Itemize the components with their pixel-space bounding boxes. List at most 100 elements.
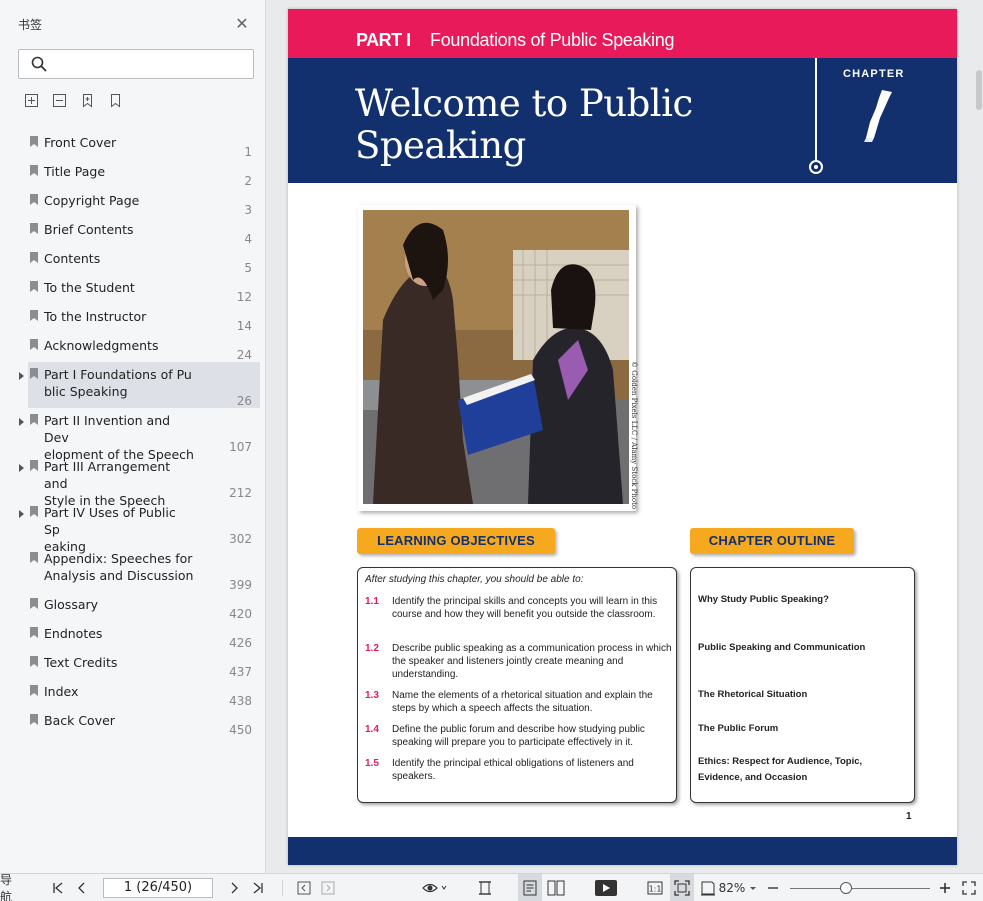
chapter-outline-heading: CHAPTER OUTLINE	[690, 528, 854, 554]
single-page-view-icon[interactable]	[476, 874, 494, 901]
close-icon[interactable]: ✕	[234, 16, 250, 32]
bookmark-ribbon-icon	[30, 136, 38, 147]
bookmark-item[interactable]: Endnotes 426	[0, 621, 266, 650]
bookmark-label: Copyright Page	[44, 193, 140, 208]
objectives-intro: After studying this chapter, you should …	[365, 574, 584, 585]
bookmark-label: Endnotes	[44, 626, 103, 641]
bookmark-ribbon-icon	[30, 281, 38, 292]
vertical-scrollbar[interactable]	[975, 0, 983, 873]
objective-text: Define the public forum and describe how…	[392, 724, 645, 748]
bookmark-ribbon-icon	[30, 656, 38, 667]
photo-credit: © Golden Pixels LLC / Alamy Stock Photo	[630, 361, 638, 510]
continuous-view-icon[interactable]	[518, 874, 542, 901]
objective-text: Name the elements of a rhetorical situat…	[392, 690, 653, 714]
bookmark-item[interactable]: Part III Arrangement and Style in the Sp…	[0, 454, 266, 508]
bookmarks-title: 书签	[18, 18, 43, 32]
svg-text:1:1: 1:1	[649, 885, 662, 894]
search-input[interactable]	[55, 54, 245, 74]
bookmark-page-number: 26	[236, 394, 252, 408]
bookmark-ribbon-icon	[30, 685, 38, 696]
bookmark-item[interactable]: To the Student 12	[0, 275, 266, 304]
previous-page-icon[interactable]	[74, 874, 90, 901]
bookmark-list: Front Cover 1 Title Page 2 Copyright Page 3 Br…	[0, 130, 266, 737]
next-page-icon[interactable]	[226, 874, 242, 901]
bookmark-item[interactable]: Contents 5	[0, 246, 266, 275]
back-icon[interactable]	[296, 874, 312, 901]
nav-label[interactable]: 导航	[0, 873, 22, 901]
bookmark-page-number: 420	[229, 607, 252, 621]
bookmark-ribbon-icon	[30, 598, 38, 609]
zoom-slider-track[interactable]	[790, 888, 930, 889]
add-bookmark-icon[interactable]	[80, 93, 95, 108]
bottom-toolbar: 导航 1 (26/450) 1:1 82%	[0, 873, 983, 901]
zoom-in-icon[interactable]	[937, 874, 953, 901]
scrollbar-thumb[interactable]	[976, 70, 982, 110]
actual-size-icon[interactable]: 1:1	[646, 874, 664, 901]
last-page-icon[interactable]	[250, 874, 266, 901]
bookmark-page-number: 426	[229, 636, 252, 650]
bookmark-icon[interactable]	[108, 93, 123, 108]
document-page: PART I Foundations of Public Speaking We…	[288, 9, 957, 865]
bookmark-item[interactable]: Part II Invention and Dev elopment of th…	[0, 408, 266, 462]
slideshow-icon[interactable]	[594, 874, 618, 901]
expand-arrow-icon[interactable]	[19, 418, 24, 426]
bookmark-label: Brief Contents	[44, 222, 134, 237]
zoom-level[interactable]: 82%	[718, 874, 758, 901]
part-label: PART I	[356, 30, 411, 50]
bookmark-label: Back Cover	[44, 713, 115, 728]
bookmark-item[interactable]: Part IV Uses of Public Sp eaking 302	[0, 500, 266, 554]
objective-text: Describe public speaking as a communicat…	[392, 643, 672, 680]
collapse-all-icon[interactable]	[52, 93, 67, 108]
bookmark-item[interactable]: Title Page 2	[0, 159, 266, 188]
bookmark-item[interactable]: Back Cover 450	[0, 708, 266, 737]
bookmark-item[interactable]: Part I Foundations of Pu blic Speaking 26	[19, 362, 260, 408]
part-bar: PART I Foundations of Public Speaking	[288, 9, 957, 58]
two-page-view-icon[interactable]	[546, 874, 566, 901]
chapter-number-glyph	[864, 90, 892, 142]
bookmark-item[interactable]: Copyright Page 3	[0, 188, 266, 217]
bookmark-item[interactable]: Appendix: Speeches for Analysis and Disc…	[0, 546, 266, 592]
zoom-slider-knob[interactable]	[840, 882, 852, 894]
bookmark-item[interactable]: Brief Contents 4	[0, 217, 266, 246]
bookmark-label: Part I Foundations of Pu blic Speaking	[44, 367, 192, 399]
bookmark-item[interactable]: Glossary 420	[0, 592, 266, 621]
zoom-value: 82%	[718, 881, 746, 895]
bookmark-page-number: 212	[229, 486, 252, 500]
fullscreen-icon[interactable]	[960, 874, 978, 901]
bookmarks-panel: 书签 ✕ Front Cover 1 Title Page 2 Copyright Pa…	[0, 0, 266, 873]
zoom-out-icon[interactable]	[766, 874, 780, 901]
expand-arrow-icon[interactable]	[19, 510, 24, 518]
bookmark-item[interactable]: Acknowledgments 24	[0, 333, 266, 362]
bookmark-ribbon-icon	[30, 252, 38, 263]
bookmark-ribbon-icon	[30, 552, 38, 563]
bookmark-page-number: 302	[229, 532, 252, 546]
search-icon	[31, 56, 47, 72]
bookmark-item[interactable]: Front Cover 1	[0, 130, 266, 159]
bookmark-ribbon-icon	[30, 310, 38, 321]
fit-width-icon[interactable]	[698, 874, 718, 901]
bookmark-search[interactable]	[18, 49, 254, 79]
forward-icon[interactable]	[320, 874, 336, 901]
outline-item: Ethics: Respect for Audience, Topic, Evi…	[698, 756, 863, 783]
bookmark-item[interactable]: Index 438	[0, 679, 266, 708]
bookmark-item[interactable]: To the Instructor 14	[0, 304, 266, 333]
learning-objectives-heading: LEARNING OBJECTIVES	[357, 528, 555, 554]
bookmark-ribbon-icon	[30, 627, 38, 638]
eye-icon[interactable]	[420, 874, 450, 901]
bookmark-page-number: 437	[229, 665, 252, 679]
page-number-input[interactable]: 1 (26/450)	[103, 878, 213, 898]
objective-number: 1.1	[365, 596, 379, 607]
bookmark-item[interactable]: Text Credits 437	[0, 650, 266, 679]
bookmark-label: Contents	[44, 251, 101, 266]
outline-item: Why Study Public Speaking?	[698, 594, 829, 605]
expand-all-icon[interactable]	[24, 93, 39, 108]
expand-arrow-icon[interactable]	[19, 464, 24, 472]
bookmark-label: Appendix: Speeches for Analysis and Disc…	[44, 551, 194, 583]
fit-page-icon[interactable]	[670, 874, 694, 901]
bookmark-label: Index	[44, 684, 79, 699]
bookmark-page-number: 438	[229, 694, 252, 708]
expand-arrow-icon[interactable]	[19, 372, 24, 380]
first-page-icon[interactable]	[50, 874, 66, 901]
objective-text: Identify the principal skills and concep…	[392, 596, 658, 620]
bookmark-label: To the Instructor	[44, 309, 147, 324]
